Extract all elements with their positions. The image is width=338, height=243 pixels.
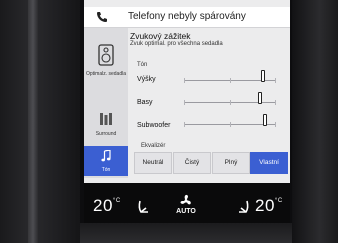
left-temperature[interactable]: 20°C xyxy=(93,196,121,216)
seat-heat-right-icon[interactable] xyxy=(235,199,251,215)
speaker-seat-icon xyxy=(98,44,114,66)
slider-tick xyxy=(275,100,276,105)
music-note-icon xyxy=(101,149,111,162)
slider-thumb[interactable] xyxy=(263,114,267,126)
surround-icon xyxy=(100,113,112,125)
sidebar-item-tone[interactable]: Tón xyxy=(84,146,128,176)
tone-header: Tón xyxy=(137,62,148,68)
right-temp-unit: °C xyxy=(274,198,283,204)
slider-label-subwoofer: Subwoofer xyxy=(137,122,171,129)
fan-icon[interactable] xyxy=(176,193,196,209)
sidebar-item-surround[interactable]: Surround xyxy=(84,104,128,144)
right-temperature[interactable]: 20°C xyxy=(255,196,283,216)
slider-tick xyxy=(184,100,185,105)
slider-tick xyxy=(275,78,276,83)
slider-tick xyxy=(230,100,231,105)
left-bezel xyxy=(0,0,80,243)
bezel-trim xyxy=(28,0,38,243)
slider-tick xyxy=(184,122,185,127)
right-bezel xyxy=(292,0,338,243)
phone-icon xyxy=(97,12,107,22)
slider-tick xyxy=(230,78,231,83)
equalizer-neutral-button[interactable]: Neutrál xyxy=(134,152,172,174)
left-temp-unit: °C xyxy=(112,198,121,204)
dashboard-trim xyxy=(80,223,292,243)
page-subtitle: Zvuk optimal. pro všechna sedadla xyxy=(130,41,223,47)
slider-tick xyxy=(230,122,231,127)
auto-climate-label[interactable]: AUTO xyxy=(176,208,196,215)
equalizer-full-button[interactable]: Plný xyxy=(212,152,250,174)
sidebar-item-seat-optimization[interactable]: Optimalz. sedadla xyxy=(84,34,128,98)
slider-thumb[interactable] xyxy=(258,92,262,104)
seat-heat-left-icon[interactable] xyxy=(136,199,152,215)
slider-label-treble: Výšky xyxy=(137,76,156,83)
sound-sidebar: Optimalz. sedadla Surround Tón xyxy=(84,28,128,178)
slider-thumb[interactable] xyxy=(261,70,265,82)
slider-tick xyxy=(275,122,276,127)
phone-status-row[interactable]: Telefony nebyly spárovány xyxy=(84,7,290,28)
page-title: Zvukový zážitek xyxy=(130,31,191,41)
equalizer-clean-button[interactable]: Čistý xyxy=(173,152,211,174)
slider-label-bass: Basy xyxy=(137,99,153,106)
left-temp-value: 20 xyxy=(93,196,113,215)
sidebar-item-label: Surround xyxy=(95,131,117,137)
phone-status-text: Telefony nebyly spárovány xyxy=(128,11,246,22)
equalizer-custom-button[interactable]: Vlastní xyxy=(250,152,288,174)
equalizer-header: Ekvalizér xyxy=(141,143,166,149)
sidebar-item-label: Optimalz. sedadla xyxy=(85,71,127,77)
sidebar-item-label: Tón xyxy=(101,167,111,173)
infotainment-screen: Telefony nebyly spárovány Optimalz. seda… xyxy=(84,0,290,183)
slider-tick xyxy=(184,78,185,83)
right-temp-value: 20 xyxy=(255,196,275,215)
